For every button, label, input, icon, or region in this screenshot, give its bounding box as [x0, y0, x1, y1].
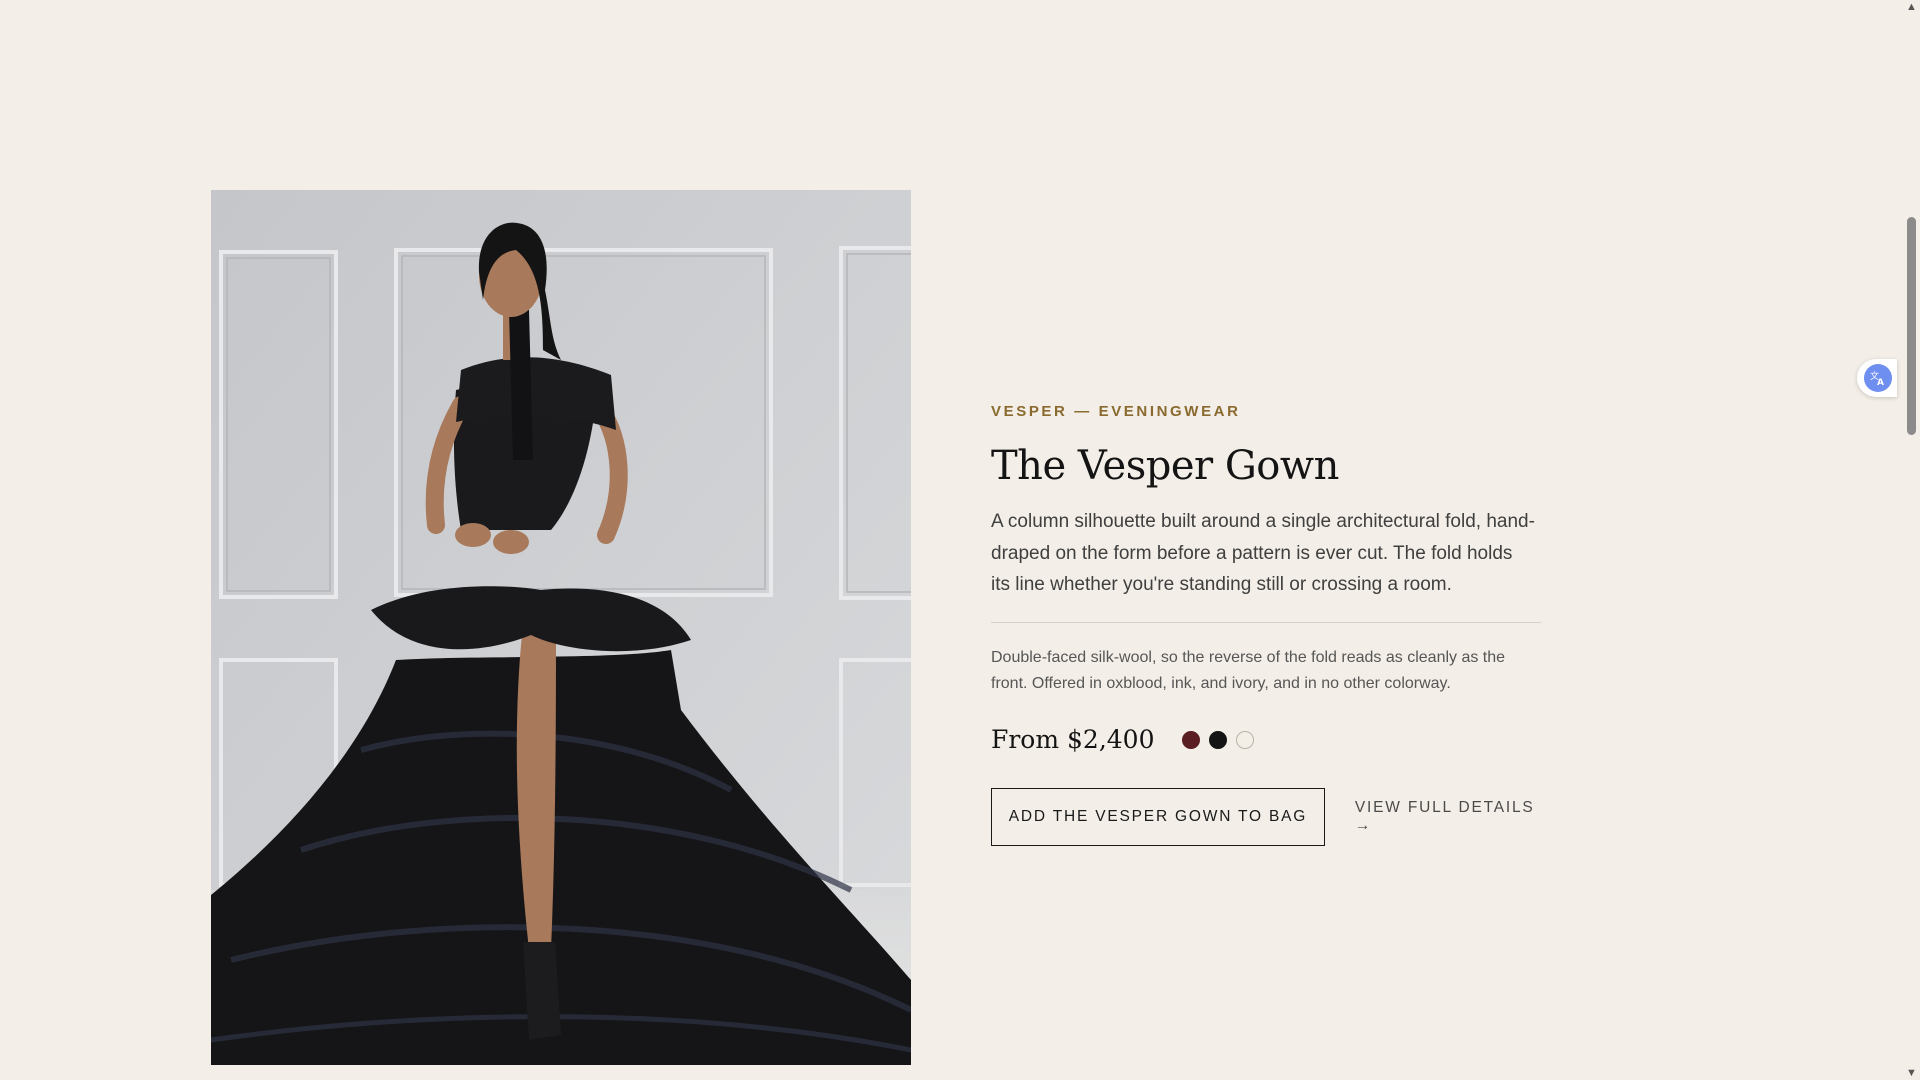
price-row: From $2,400 — [991, 723, 1541, 757]
svg-text:A: A — [1877, 378, 1884, 387]
gown-photo — [211, 190, 911, 1065]
scroll-thumb[interactable] — [1907, 217, 1916, 435]
divider — [991, 621, 1541, 623]
product-info: VESPER — EVENINGWEAR The Vesper Gown A c… — [991, 402, 1541, 846]
product-description: A column silhouette built around a singl… — [991, 511, 1535, 595]
translate-widget[interactable]: 文 A — [1857, 359, 1897, 397]
swatch-ink[interactable] — [1209, 730, 1228, 749]
collection-eyebrow: VESPER — EVENINGWEAR — [991, 403, 1241, 420]
translate-icon: 文 A — [1864, 364, 1892, 392]
scrollbar[interactable]: ▲ ▼ — [1903, 0, 1920, 1080]
price: From $2,400 — [991, 725, 1155, 754]
swatch-ivory[interactable] — [1236, 730, 1255, 749]
swatch-oxblood[interactable] — [1182, 730, 1201, 749]
scroll-down-arrow-icon[interactable]: ▼ — [1906, 1068, 1917, 1079]
add-to-bag-button[interactable]: ADD THE VESPER GOWN TO BAG — [991, 787, 1325, 846]
view-full-details-link[interactable]: VIEW FULL DETAILS → — [1355, 799, 1541, 835]
color-swatches — [1182, 730, 1255, 749]
product-detail: Double-faced silk-wool, so the reverse o… — [991, 648, 1506, 692]
product-title: The Vesper Gown — [991, 443, 1339, 489]
actions: ADD THE VESPER GOWN TO BAG VIEW FULL DET… — [991, 787, 1541, 846]
product-image — [211, 190, 911, 1065]
scroll-up-arrow-icon[interactable]: ▲ — [1906, 2, 1917, 13]
